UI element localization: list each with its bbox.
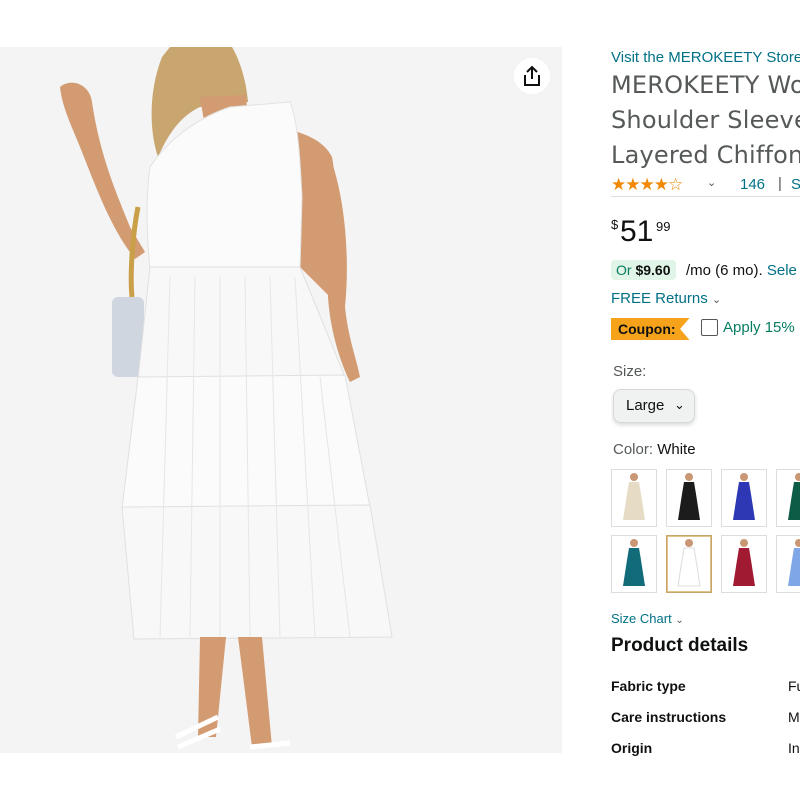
color-swatch[interactable]: [721, 535, 767, 593]
color-swatch[interactable]: [666, 535, 712, 593]
search-questions-link[interactable]: S: [791, 176, 800, 193]
coupon-checkbox[interactable]: [701, 319, 718, 336]
monthly-term: /mo (6 mo).: [686, 262, 763, 279]
price-fraction: 99: [656, 219, 671, 234]
size-chart-link[interactable]: Size Chart ⌄: [611, 611, 684, 626]
product-details-heading: Product details: [611, 635, 749, 656]
size-selected-value: Large: [626, 397, 665, 414]
color-swatch[interactable]: [611, 469, 657, 527]
size-chart-label: Size Chart: [611, 611, 672, 626]
monthly-terms: /mo (6 mo). Sele: [686, 262, 797, 279]
product-title-line-3: Layered Chiffon: [611, 141, 800, 169]
color-swatch[interactable]: [666, 469, 712, 527]
price-whole: 51: [620, 215, 654, 248]
chevron-down-icon[interactable]: ⌄: [707, 176, 716, 189]
share-button[interactable]: [514, 58, 550, 94]
price-currency: $: [611, 217, 619, 232]
rating-count-link[interactable]: 146: [740, 176, 765, 193]
monthly-select-link[interactable]: Sele: [767, 262, 797, 279]
size-label: Size:: [613, 363, 647, 380]
star-rating-icon[interactable]: ★★★★☆: [611, 175, 683, 195]
product-image[interactable]: [0, 47, 562, 753]
spec-key-fabric: Fabric type: [611, 678, 686, 694]
dress-photo: [60, 47, 393, 750]
chevron-down-icon: ⌄: [711, 294, 722, 306]
monthly-badge: Or $9.60: [611, 260, 676, 280]
spec-value-origin: In: [788, 740, 800, 756]
color-swatch[interactable]: [721, 469, 767, 527]
store-link[interactable]: Visit the MEROKEETY Store: [611, 49, 800, 66]
monthly-amount: $9.60: [635, 262, 671, 278]
chevron-down-icon: ⌄: [674, 397, 685, 412]
spec-key-origin: Origin: [611, 740, 653, 756]
coupon-badge: Coupon:: [611, 318, 690, 340]
color-label: Color: White: [613, 441, 696, 458]
spec-value-fabric: Fu: [788, 678, 800, 694]
rating-separator: |: [778, 175, 782, 192]
color-swatch[interactable]: [776, 535, 800, 593]
product-title-line-2: Shoulder Sleeve: [611, 106, 800, 134]
spec-key-care: Care instructions: [611, 709, 727, 725]
color-swatch[interactable]: [776, 469, 800, 527]
free-returns-link[interactable]: FREE Returns ⌄: [611, 290, 721, 307]
spec-value-care: M: [788, 709, 800, 725]
color-selected-value: White: [657, 441, 696, 458]
size-dropdown[interactable]: Large ⌄: [613, 389, 695, 423]
coupon-apply-text[interactable]: Apply 15%: [723, 319, 795, 336]
product-title-line-1: MEROKEETY Wo: [611, 71, 800, 99]
color-swatch[interactable]: [611, 535, 657, 593]
free-returns-label: FREE Returns: [611, 290, 708, 307]
monthly-or: Or: [616, 262, 632, 278]
color-label-prefix: Color:: [613, 441, 654, 458]
rating-row: ★★★★☆ ⌄ 146 | S: [611, 174, 800, 197]
chevron-down-icon: ⌄: [675, 615, 684, 626]
product-info-panel: Visit the MEROKEETY Store MEROKEETY Wo S…: [611, 47, 800, 757]
share-icon: [524, 65, 540, 86]
